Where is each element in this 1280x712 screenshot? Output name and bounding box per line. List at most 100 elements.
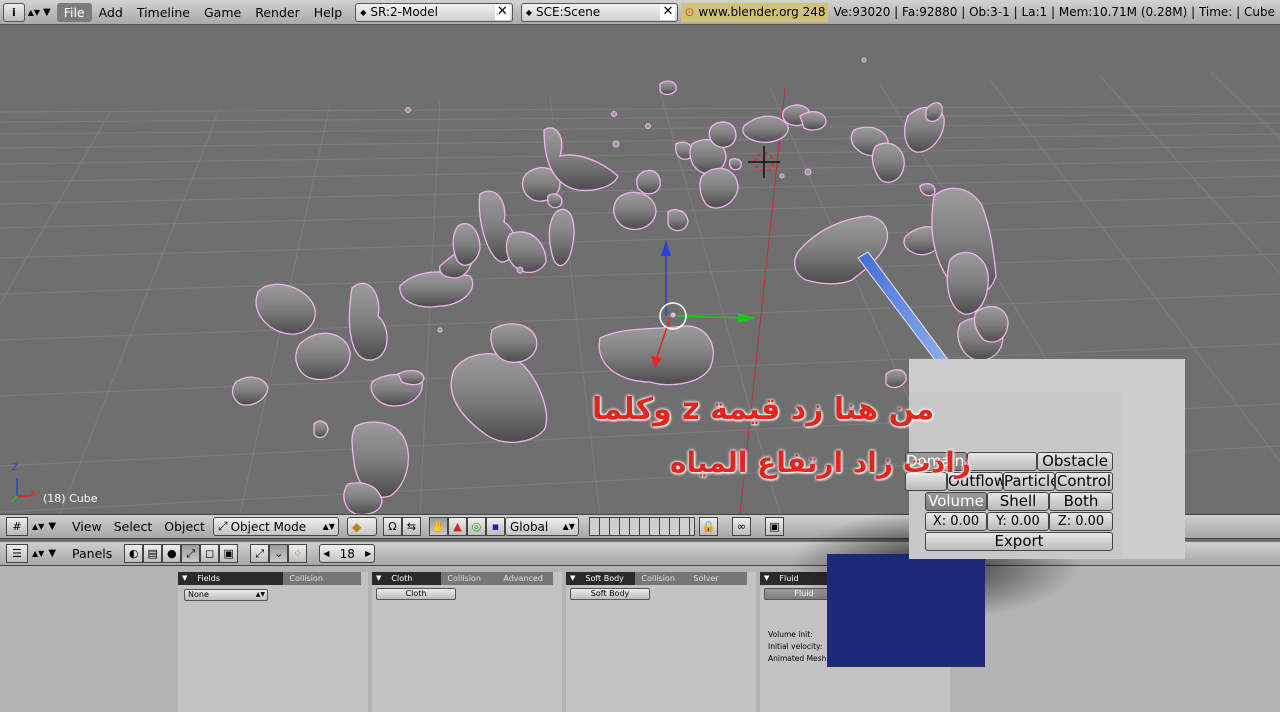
tab-cloth-collision[interactable]: Collision — [441, 572, 498, 585]
menu-object[interactable]: Object — [158, 519, 211, 534]
axis-x-label: X — [30, 489, 37, 499]
panel-collapse-icon[interactable]: ▼ — [566, 572, 580, 585]
window-type-button[interactable]: i — [3, 2, 25, 22]
caption-line-2: زادت زاد ارتفاع المياه — [670, 446, 971, 479]
layer-buttons[interactable] — [588, 517, 695, 536]
link-icon[interactable]: ∞ — [731, 517, 751, 536]
field-type-dropdown[interactable]: None ▲▼ — [184, 589, 268, 601]
script-context-icon[interactable]: ▤ — [143, 544, 163, 563]
particles-subtab-icon[interactable]: ⁘ — [288, 544, 308, 563]
scene-selector[interactable]: ◆ SCE:Scene ✕ — [520, 2, 679, 22]
zoom-field-x[interactable]: X: 0.00 — [925, 512, 987, 531]
shading-context-icon[interactable]: ● — [162, 544, 182, 563]
menu-timeline[interactable]: Timeline — [130, 3, 197, 22]
zoom-button-control[interactable]: Control — [1055, 472, 1113, 491]
view-axis-icon — [11, 478, 30, 503]
frame-number-field[interactable]: ◀ 18 ▶ — [319, 544, 376, 563]
editor-type-arrow-icon[interactable]: ▲▼ — [32, 522, 44, 531]
screen-selector[interactable]: ◆ SR:2-Model ✕ — [355, 2, 513, 22]
object-context-icon[interactable]: ⤢ — [181, 544, 201, 563]
object-subtab-icon[interactable]: ⤢ — [250, 544, 270, 563]
3d-cursor-icon — [748, 146, 780, 178]
tab-cloth[interactable]: Cloth — [385, 572, 442, 585]
scene-name[interactable]: SCE:Scene — [536, 5, 600, 19]
caption-line-1: من هنا زد قيمة z وكلما — [592, 392, 935, 427]
editor-type-arrow-icon[interactable]: ▲▼ — [32, 549, 44, 558]
editor-type-button[interactable]: # — [6, 517, 28, 536]
blender-url[interactable]: ⊙ www.blender.org 248 — [681, 2, 829, 22]
overlay-blue-panel — [827, 554, 985, 667]
tab-collision[interactable]: Collision — [283, 572, 362, 585]
logic-context-icon[interactable]: ◐ — [124, 544, 144, 563]
orientation-dropdown[interactable]: Global ▲▼ — [504, 517, 579, 536]
delete-scene-icon[interactable]: ✕ — [660, 4, 676, 20]
menu-game[interactable]: Game — [197, 3, 248, 22]
tab-advanced[interactable]: Advanced — [497, 572, 554, 585]
screen-browse-icon[interactable]: ◆ — [360, 8, 366, 17]
zoom-button-volume[interactable]: Volume — [925, 492, 987, 511]
cloth-toggle-button[interactable]: Cloth — [376, 588, 456, 600]
delete-screen-icon[interactable]: ✕ — [494, 4, 510, 20]
dropdown-arrow-icon: ▲▼ — [322, 522, 335, 531]
zoom-button-obstacle[interactable]: Obstacle — [1037, 452, 1113, 471]
pivot-button[interactable]: Ω — [382, 517, 402, 536]
draw-type-dropdown[interactable]: ◆ — [346, 517, 377, 536]
softbody-toggle-button[interactable]: Soft Body — [570, 588, 650, 600]
cloth-panel: ▼ Cloth Collision Advanced Cloth — [372, 572, 562, 712]
tab-solver[interactable]: Solver — [687, 572, 748, 585]
fields-panel: ▼ Fields Collision None ▲▼ — [178, 572, 368, 712]
align-button[interactable]: ⇆ — [401, 517, 421, 536]
tab-fields[interactable]: Fields — [191, 572, 284, 585]
physics-subtab-icon[interactable]: ⌄ — [269, 544, 289, 563]
tab-softbody-collision[interactable]: Collision — [635, 572, 688, 585]
collapse-menu-icon[interactable]: ▼ — [48, 521, 56, 532]
volume-init-label: Volume init: — [768, 630, 813, 639]
menu-file[interactable]: File — [56, 2, 92, 22]
scene-context-icon[interactable]: ▣ — [219, 544, 239, 563]
render-preview-icon[interactable]: ▣ — [764, 517, 784, 536]
panel-collapse-icon[interactable]: ▼ — [760, 572, 774, 585]
tab-softbody[interactable]: Soft Body — [579, 572, 636, 585]
axis-z-label: Z — [12, 463, 19, 473]
rotate-manipulator-icon[interactable]: ◎ — [466, 517, 486, 536]
mode-dropdown[interactable]: ⤢ Object Mode ▲▼ — [212, 517, 339, 536]
scale-manipulator-icon[interactable]: ▪ — [485, 517, 505, 536]
editing-context-icon[interactable]: ◻ — [200, 544, 220, 563]
frame-decrement-icon[interactable]: ◀ — [323, 549, 329, 558]
lock-layers-icon[interactable]: 🔒 — [698, 517, 718, 536]
menu-panels[interactable]: Panels — [66, 546, 118, 561]
frame-value[interactable]: 18 — [340, 547, 355, 561]
zoom-button-both[interactable]: Both — [1049, 492, 1113, 511]
frame-increment-icon[interactable]: ▶ — [365, 549, 371, 558]
object-mode-icon: ⤢ — [217, 519, 228, 533]
panel-collapse-icon[interactable]: ▼ — [372, 572, 386, 585]
editor-type-button[interactable]: ☰ — [6, 544, 28, 563]
field-type-value: None — [188, 590, 209, 599]
zoom-field-z[interactable]: Z: 0.00 — [1049, 512, 1113, 531]
orientation-value: Global — [509, 519, 549, 534]
blender-logo-icon: ⊙ — [684, 4, 695, 19]
collapse-menu-icon[interactable]: ▼ — [48, 548, 56, 559]
menu-select[interactable]: Select — [108, 519, 159, 534]
menu-render[interactable]: Render — [248, 3, 307, 22]
collapse-menu-icon[interactable]: ▼ — [43, 7, 51, 18]
translate-manipulator-icon[interactable]: ▲ — [447, 517, 467, 536]
initial-velocity-label: Initial velocity: — [768, 642, 823, 651]
zoom-button-particle[interactable]: Particle — [1003, 472, 1055, 491]
panel-collapse-icon[interactable]: ▼ — [178, 572, 192, 585]
menu-add[interactable]: Add — [92, 3, 130, 22]
manipulator-hand-icon[interactable]: ✋ — [428, 517, 448, 536]
dropdown-arrow-icon: ▲▼ — [562, 522, 575, 531]
menu-help[interactable]: Help — [307, 3, 350, 22]
zoom-button-fluid[interactable] — [967, 452, 1037, 471]
screen-name[interactable]: SR:2-Model — [370, 5, 438, 19]
window-type-arrow-icon[interactable]: ▲▼ — [28, 8, 40, 17]
mode-value: Object Mode — [230, 519, 307, 534]
animated-mesh-label: Animated Mesh: — [768, 654, 829, 663]
scene-browse-icon[interactable]: ◆ — [526, 8, 532, 17]
zoom-button-shell[interactable]: Shell — [987, 492, 1049, 511]
menu-view[interactable]: View — [66, 519, 108, 534]
active-object-label: (18) Cube — [43, 492, 98, 505]
zoom-button-export[interactable]: Export — [925, 532, 1113, 551]
zoom-field-y[interactable]: Y: 0.00 — [987, 512, 1049, 531]
